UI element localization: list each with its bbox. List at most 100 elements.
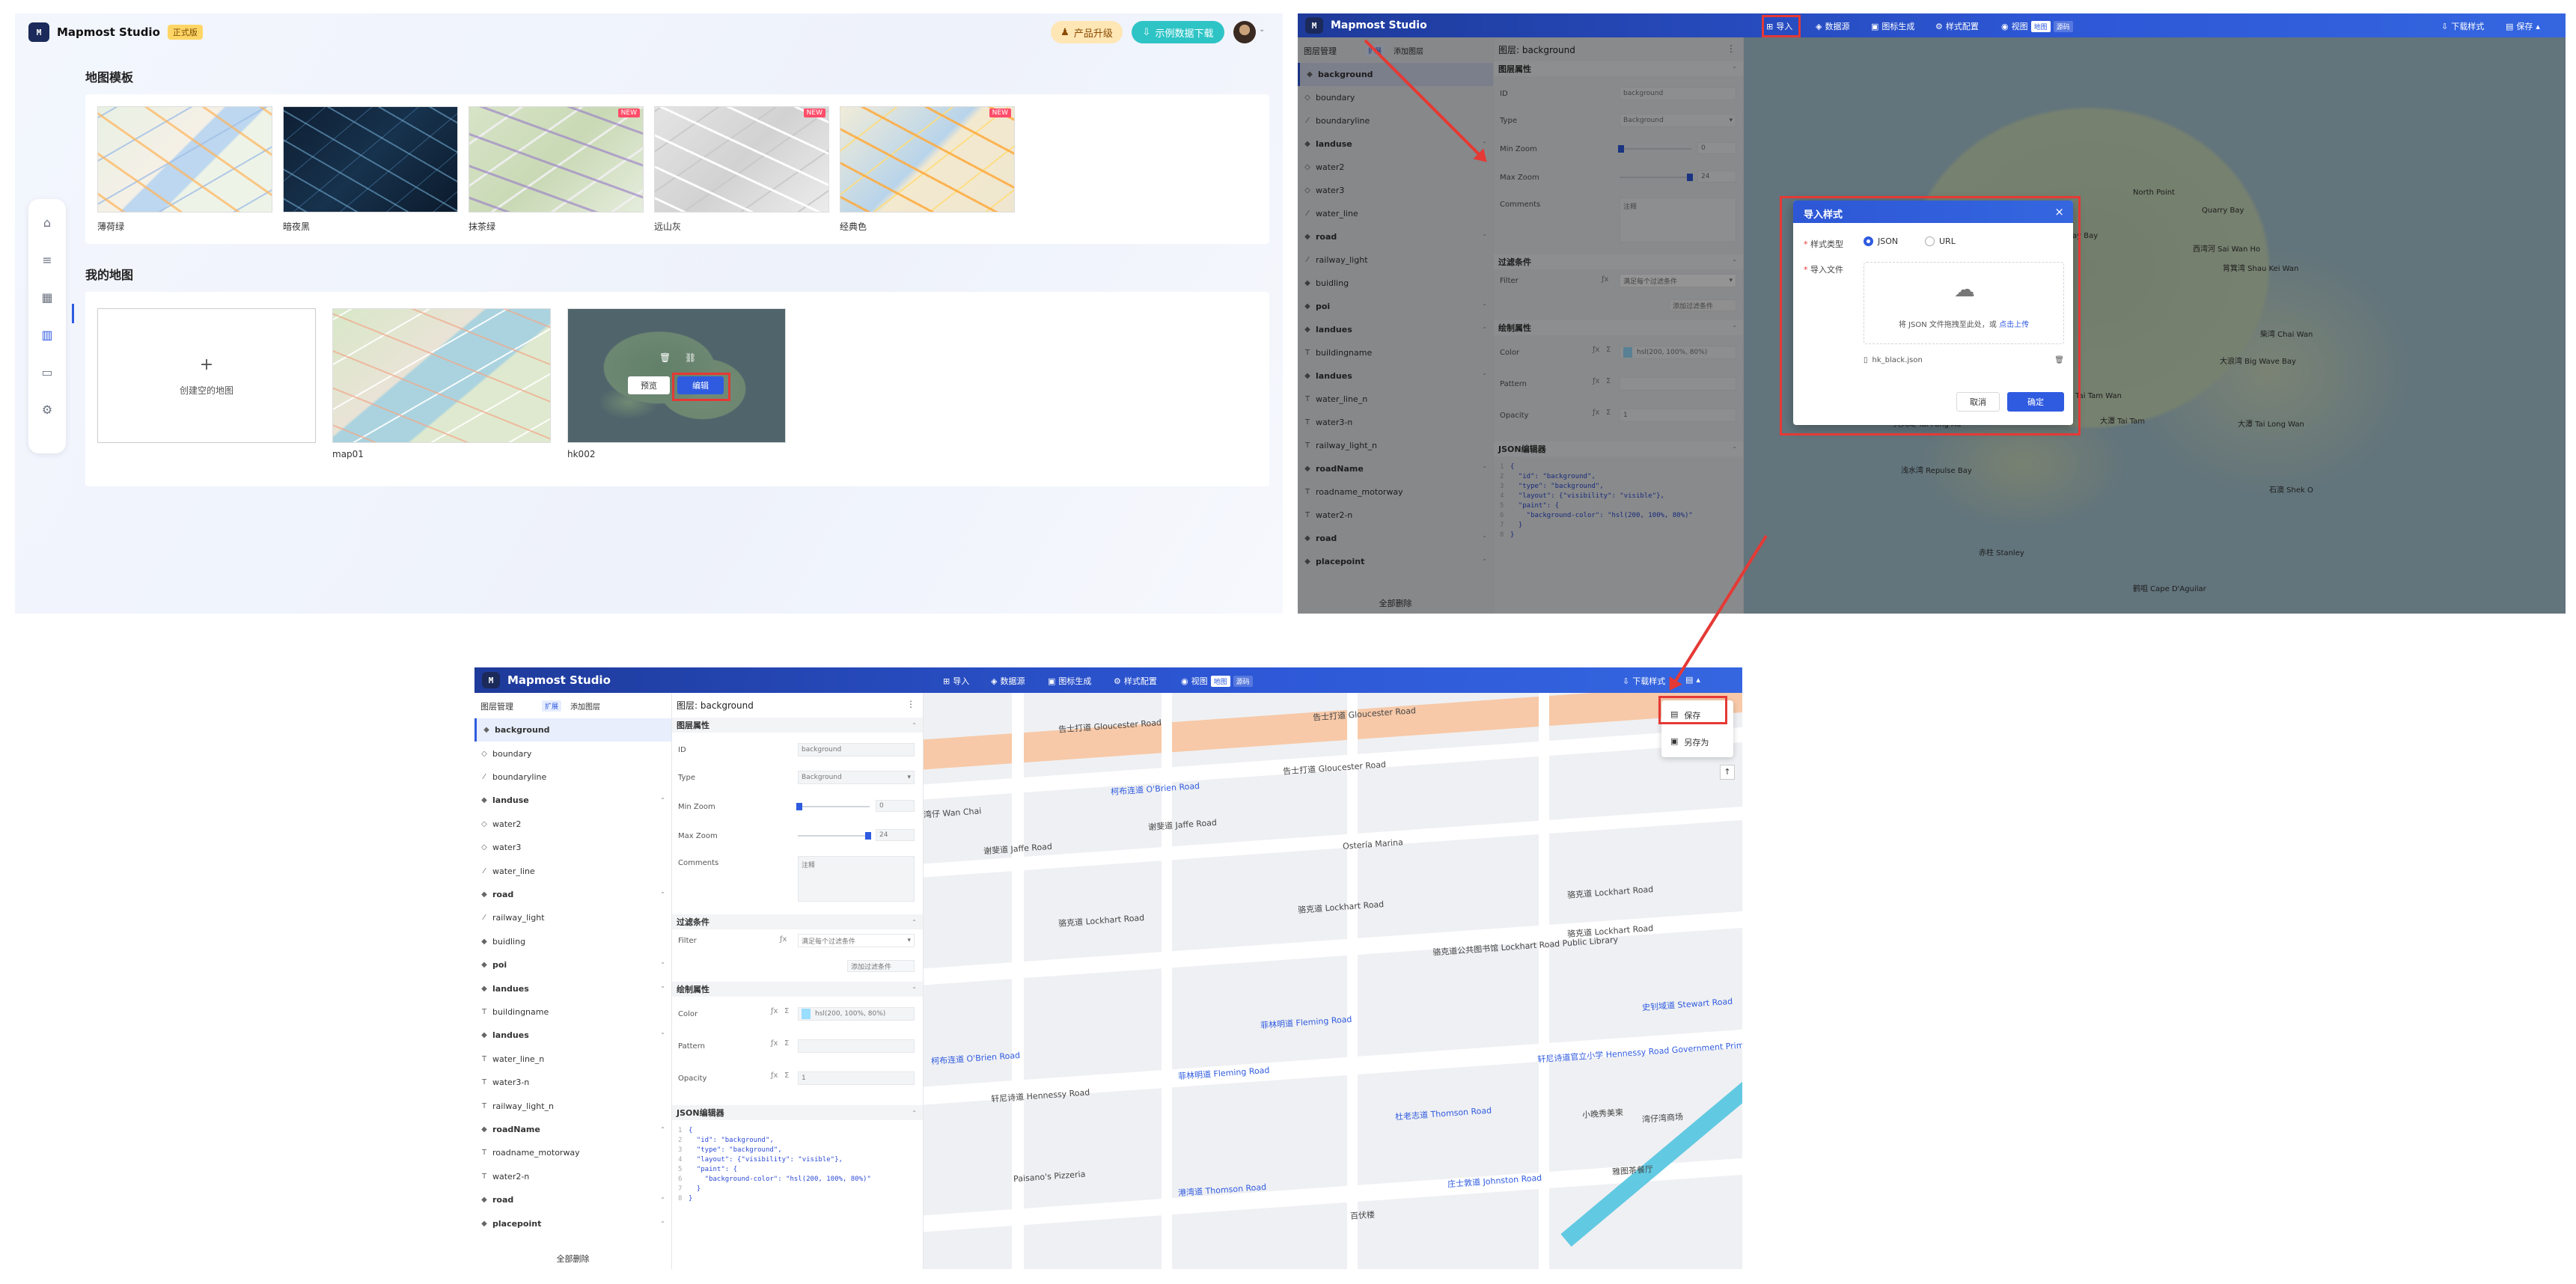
layer-row[interactable]: ⁄ railway_light	[474, 906, 671, 929]
template-thumb[interactable]: NEW	[840, 106, 1015, 213]
style-config-button[interactable]: ⚙ 样式配置	[1935, 20, 1979, 32]
chevron-icon[interactable]: ⌃	[660, 1220, 665, 1227]
layer-row[interactable]: ◆ landues ⌃	[474, 976, 671, 1000]
type-select[interactable]: Background ▾	[798, 771, 915, 784]
layer-row[interactable]: ◆ road ⌃	[474, 883, 671, 906]
section-header[interactable]: 绘制属性 ⌃	[672, 982, 923, 997]
map-thumb[interactable]	[332, 308, 551, 443]
layer-row[interactable]: ⁄ water_line	[474, 859, 671, 882]
chevron-icon[interactable]: ⌃	[660, 1032, 665, 1039]
add-filter-button[interactable]: 添加过滤条件	[847, 960, 915, 972]
template-thumb[interactable]	[283, 106, 458, 213]
preview-button[interactable]: 预览	[628, 376, 670, 394]
datasource-button[interactable]: ◈ 数据源	[991, 675, 1025, 687]
download-style-button[interactable]: ⇩ 下载样式	[2441, 20, 2484, 32]
view-button[interactable]: ◉ 视图 地图 源码	[2001, 20, 2073, 32]
section-header[interactable]: 图层属性 ⌃	[672, 718, 923, 733]
pattern-input[interactable]	[798, 1039, 915, 1053]
gear-icon[interactable]: ⚙	[40, 403, 55, 418]
delete-all-button[interactable]: 全部删除	[474, 1253, 671, 1265]
fill-layer-icon: ◆	[481, 890, 487, 899]
view-button[interactable]: ◉ 视图 地图 源码	[1181, 675, 1253, 687]
mode-map-toggle[interactable]: 地图	[1210, 675, 1230, 687]
more-icon[interactable]: ⋮	[906, 699, 915, 709]
fx-icon[interactable]: ƒx	[780, 935, 787, 944]
save-button[interactable]: ▤ ▴	[1685, 675, 1700, 685]
minzoom-slider-handle[interactable]	[796, 803, 802, 810]
section-header[interactable]: 过滤条件 ⌃	[672, 914, 923, 929]
datasource-button[interactable]: ◈ 数据源	[1816, 20, 1849, 32]
mode-source-toggle[interactable]: 源码	[1233, 675, 1253, 687]
download-style-button[interactable]: ⇩ 下载样式	[1623, 675, 1665, 687]
grid-icon[interactable]: ▦	[40, 290, 55, 305]
layer-row[interactable]: Twater2-n	[474, 1165, 671, 1188]
upgrade-button[interactable]: ♟ 产品升级	[1051, 21, 1123, 43]
minzoom-input[interactable]: 0	[876, 800, 915, 812]
layer-row[interactable]: Troadname_motorway	[474, 1141, 671, 1164]
comments-textarea[interactable]: 注释	[798, 856, 915, 902]
color-fx-icon[interactable]: ƒx	[771, 1007, 778, 1015]
map-icon[interactable]: ▥	[40, 328, 55, 343]
maxzoom-slider-handle[interactable]	[865, 832, 871, 840]
save-as-menu-item[interactable]: ▣ 另存为	[1670, 736, 1709, 748]
layer-row[interactable]: ◆ road ⌃	[474, 1188, 671, 1211]
chevron-icon[interactable]: ⌃	[660, 891, 665, 898]
layer-row[interactable]: ◇ boundary	[474, 742, 671, 765]
layer-row[interactable]: Trailway_light_n	[474, 1094, 671, 1117]
mode-map-toggle[interactable]: 地图	[2030, 20, 2051, 32]
icon-gen-button[interactable]: ▣ 图标生成	[1871, 20, 1914, 32]
opacity-sigma-icon[interactable]: Σ	[784, 1071, 789, 1080]
link-icon[interactable]: ⛓	[685, 352, 696, 363]
avatar[interactable]	[1233, 21, 1256, 43]
template-thumb[interactable]: NEW	[654, 106, 829, 213]
template-thumb[interactable]: NEW	[468, 106, 644, 213]
layer-row[interactable]: ◆ placepoint ⌃	[474, 1211, 671, 1235]
add-layer-button[interactable]: 添加图层	[570, 700, 600, 712]
mode-source-toggle[interactable]: 源码	[2053, 20, 2073, 32]
compass-icon[interactable]: ↑	[1720, 765, 1735, 780]
color-input[interactable]: hsl(200, 100%, 80%)	[798, 1007, 915, 1021]
chevron-icon[interactable]: ⌃	[660, 1126, 665, 1133]
layer-row[interactable]: ◇ water2	[474, 813, 671, 836]
import-button[interactable]: ⊞ 导入	[943, 675, 969, 687]
create-map-card[interactable]: + 创建空的地图	[97, 308, 316, 443]
chevron-icon[interactable]: ⌃	[660, 985, 665, 992]
chevron-icon[interactable]: ⌃	[660, 962, 665, 968]
style-config-button[interactable]: ⚙ 样式配置	[1114, 675, 1157, 687]
layer-row[interactable]: ◆ poi ⌃	[474, 953, 671, 976]
chevron-icon[interactable]: ⌃	[660, 1196, 665, 1203]
id-input[interactable]: background	[798, 743, 915, 756]
sample-download-button[interactable]: ⇩ 示例数据下载	[1132, 21, 1224, 43]
street-map[interactable]: 告士打道 Gloucester Road 告士打道 Gloucester Road…	[924, 693, 1742, 1269]
color-swatch[interactable]	[802, 1009, 811, 1019]
home-icon[interactable]: ⌂	[40, 215, 55, 230]
color-sigma-icon[interactable]: Σ	[784, 1007, 789, 1015]
chevron-icon[interactable]: ⌃	[660, 797, 665, 804]
trash-icon[interactable]: 🗑	[659, 352, 671, 363]
json-editor[interactable]: 1{2 "id": "background", 3 "type": "backgr…	[678, 1126, 871, 1204]
database-icon[interactable]: ≡	[40, 253, 55, 268]
layer-row[interactable]: ◆ background	[474, 718, 671, 742]
expand-tag[interactable]: 扩展	[542, 700, 562, 712]
layer-row[interactable]: ⁄ boundaryline	[474, 765, 671, 789]
pattern-fx-icon[interactable]: ƒx	[771, 1039, 778, 1048]
opacity-input[interactable]: 1	[798, 1071, 915, 1085]
maxzoom-input[interactable]: 24	[876, 829, 915, 841]
section-header[interactable]: JSON编辑器 ⌃	[672, 1105, 923, 1120]
layer-row[interactable]: ◇ water3	[474, 836, 671, 859]
pattern-sigma-icon[interactable]: Σ	[784, 1039, 789, 1048]
layer-row[interactable]: ◆ buidling	[474, 930, 671, 953]
layer-row[interactable]: Twater3-n	[474, 1071, 671, 1094]
save-button[interactable]: ▤ 保存 ▴	[2506, 20, 2540, 32]
layer-row[interactable]: ◆ roadName ⌃	[474, 1118, 671, 1141]
layer-row[interactable]: Twater_line_n	[474, 1048, 671, 1071]
template-thumb[interactable]	[97, 106, 272, 213]
layer-row[interactable]: ◆ landuse ⌃	[474, 789, 671, 812]
layer-row[interactable]: ◆ landues ⌃	[474, 1024, 671, 1047]
icon-gen-button[interactable]: ▣ 图标生成	[1048, 675, 1091, 687]
filter-select[interactable]: 满足每个过滤条件 ▾	[798, 934, 915, 947]
folder-icon[interactable]: ▭	[40, 365, 55, 380]
layer-row[interactable]: Tbuildingname	[474, 1000, 671, 1024]
opacity-fx-icon[interactable]: ƒx	[771, 1071, 778, 1080]
chevron-down-icon[interactable]: ⌄	[1259, 25, 1265, 34]
